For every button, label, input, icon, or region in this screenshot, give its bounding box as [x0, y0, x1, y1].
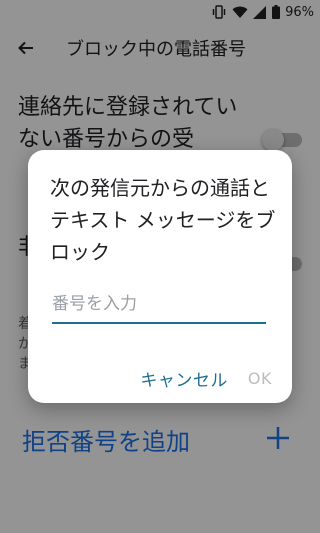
cancel-button[interactable]: キャンセル: [140, 366, 228, 391]
dialog-actions: キャンセル OK: [140, 360, 272, 396]
phone-number-input[interactable]: [52, 290, 266, 324]
dialog-title: 次の発信元からの通話とテキスト メッセージをブロック: [50, 176, 276, 264]
ok-button[interactable]: OK: [248, 369, 272, 388]
block-number-dialog: 次の発信元からの通話とテキスト メッセージをブロック キャンセル OK: [28, 150, 292, 403]
